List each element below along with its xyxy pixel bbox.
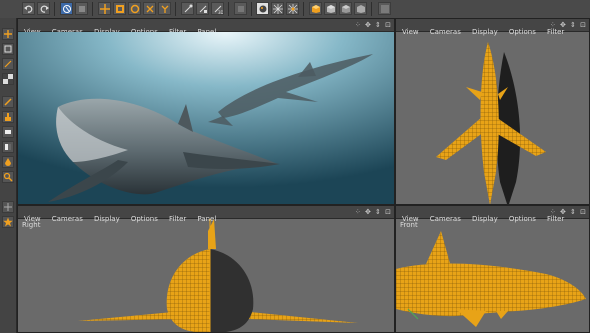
scene-icon[interactable] bbox=[378, 2, 391, 15]
magnifier-icon[interactable] bbox=[2, 171, 14, 183]
points-mode-icon[interactable] bbox=[256, 2, 269, 15]
scale-icon[interactable] bbox=[113, 2, 126, 15]
coord-y-icon[interactable] bbox=[158, 2, 171, 15]
render-image bbox=[18, 32, 394, 204]
redo-icon[interactable] bbox=[37, 2, 50, 15]
wireframe-top-view bbox=[396, 32, 589, 204]
viewport-front[interactable]: View Cameras Display Options Filter ⁘ ✥ … bbox=[395, 205, 590, 333]
rotate-icon[interactable] bbox=[128, 2, 141, 15]
eraser-icon[interactable] bbox=[2, 126, 14, 138]
viewport-perspective[interactable]: View Cameras Display Options Filter Pane… bbox=[17, 18, 395, 205]
axis-mode-icon[interactable] bbox=[2, 58, 14, 70]
undo-icon[interactable] bbox=[22, 2, 35, 15]
viewport-menu-bar: View Cameras Display Options Filter Pane… bbox=[18, 206, 394, 223]
wireframe-front-view bbox=[396, 219, 589, 332]
viewport-nav-icons[interactable]: ⁘ ✥ ⇕ ⊡ bbox=[355, 19, 392, 31]
viewport-nav-icons[interactable]: ⁘ ✥ ⇕ ⊡ bbox=[550, 19, 587, 31]
checker-icon[interactable] bbox=[2, 73, 14, 85]
viewport-menu-bar: View Cameras Display Options Filter ⁘ ✥ … bbox=[396, 19, 589, 36]
viewport-nav-icons[interactable]: ⁘ ✥ ⇕ ⊡ bbox=[550, 206, 587, 218]
viewport-top[interactable]: View Cameras Display Options Filter ⁘ ✥ … bbox=[395, 18, 590, 205]
model-mode-icon[interactable] bbox=[2, 28, 14, 40]
gradient-icon[interactable] bbox=[2, 141, 14, 153]
main-toolbar: 3D bbox=[0, 0, 590, 19]
polygons-mode-icon[interactable] bbox=[286, 2, 299, 15]
nurbs-icon[interactable] bbox=[339, 2, 352, 15]
render-settings-icon[interactable]: 3D bbox=[211, 2, 224, 15]
live-selection-icon[interactable] bbox=[60, 2, 73, 15]
viewport-menu-bar: View Cameras Display Options Filter ⁘ ✥ … bbox=[396, 206, 589, 223]
fill-icon[interactable] bbox=[2, 156, 14, 168]
deformer-icon[interactable] bbox=[354, 2, 367, 15]
objects-mode-icon[interactable] bbox=[234, 2, 247, 15]
wireframe-right-view bbox=[18, 219, 394, 332]
brush-icon[interactable] bbox=[2, 96, 14, 108]
render-view-icon[interactable] bbox=[181, 2, 194, 15]
stamp-icon[interactable] bbox=[2, 111, 14, 123]
left-tool-palette bbox=[0, 18, 17, 333]
texture-mode-icon[interactable] bbox=[2, 43, 14, 55]
coord-x-icon[interactable] bbox=[143, 2, 156, 15]
viewport-menu-bar: View Cameras Display Options Filter Pane… bbox=[18, 19, 394, 36]
move-tool-icon[interactable] bbox=[98, 2, 111, 15]
move-icon[interactable] bbox=[75, 2, 88, 15]
spline-icon[interactable] bbox=[324, 2, 337, 15]
svg-text:3D: 3D bbox=[218, 10, 223, 14]
snap-icon[interactable] bbox=[2, 201, 14, 213]
edges-mode-icon[interactable] bbox=[271, 2, 284, 15]
cube-icon[interactable] bbox=[309, 2, 322, 15]
viewport-nav-icons[interactable]: ⁘ ✥ ⇕ ⊡ bbox=[355, 206, 392, 218]
render-picture-viewer-icon[interactable] bbox=[196, 2, 209, 15]
star-icon[interactable] bbox=[2, 216, 14, 228]
viewport-right[interactable]: View Cameras Display Options Filter Pane… bbox=[17, 205, 395, 333]
